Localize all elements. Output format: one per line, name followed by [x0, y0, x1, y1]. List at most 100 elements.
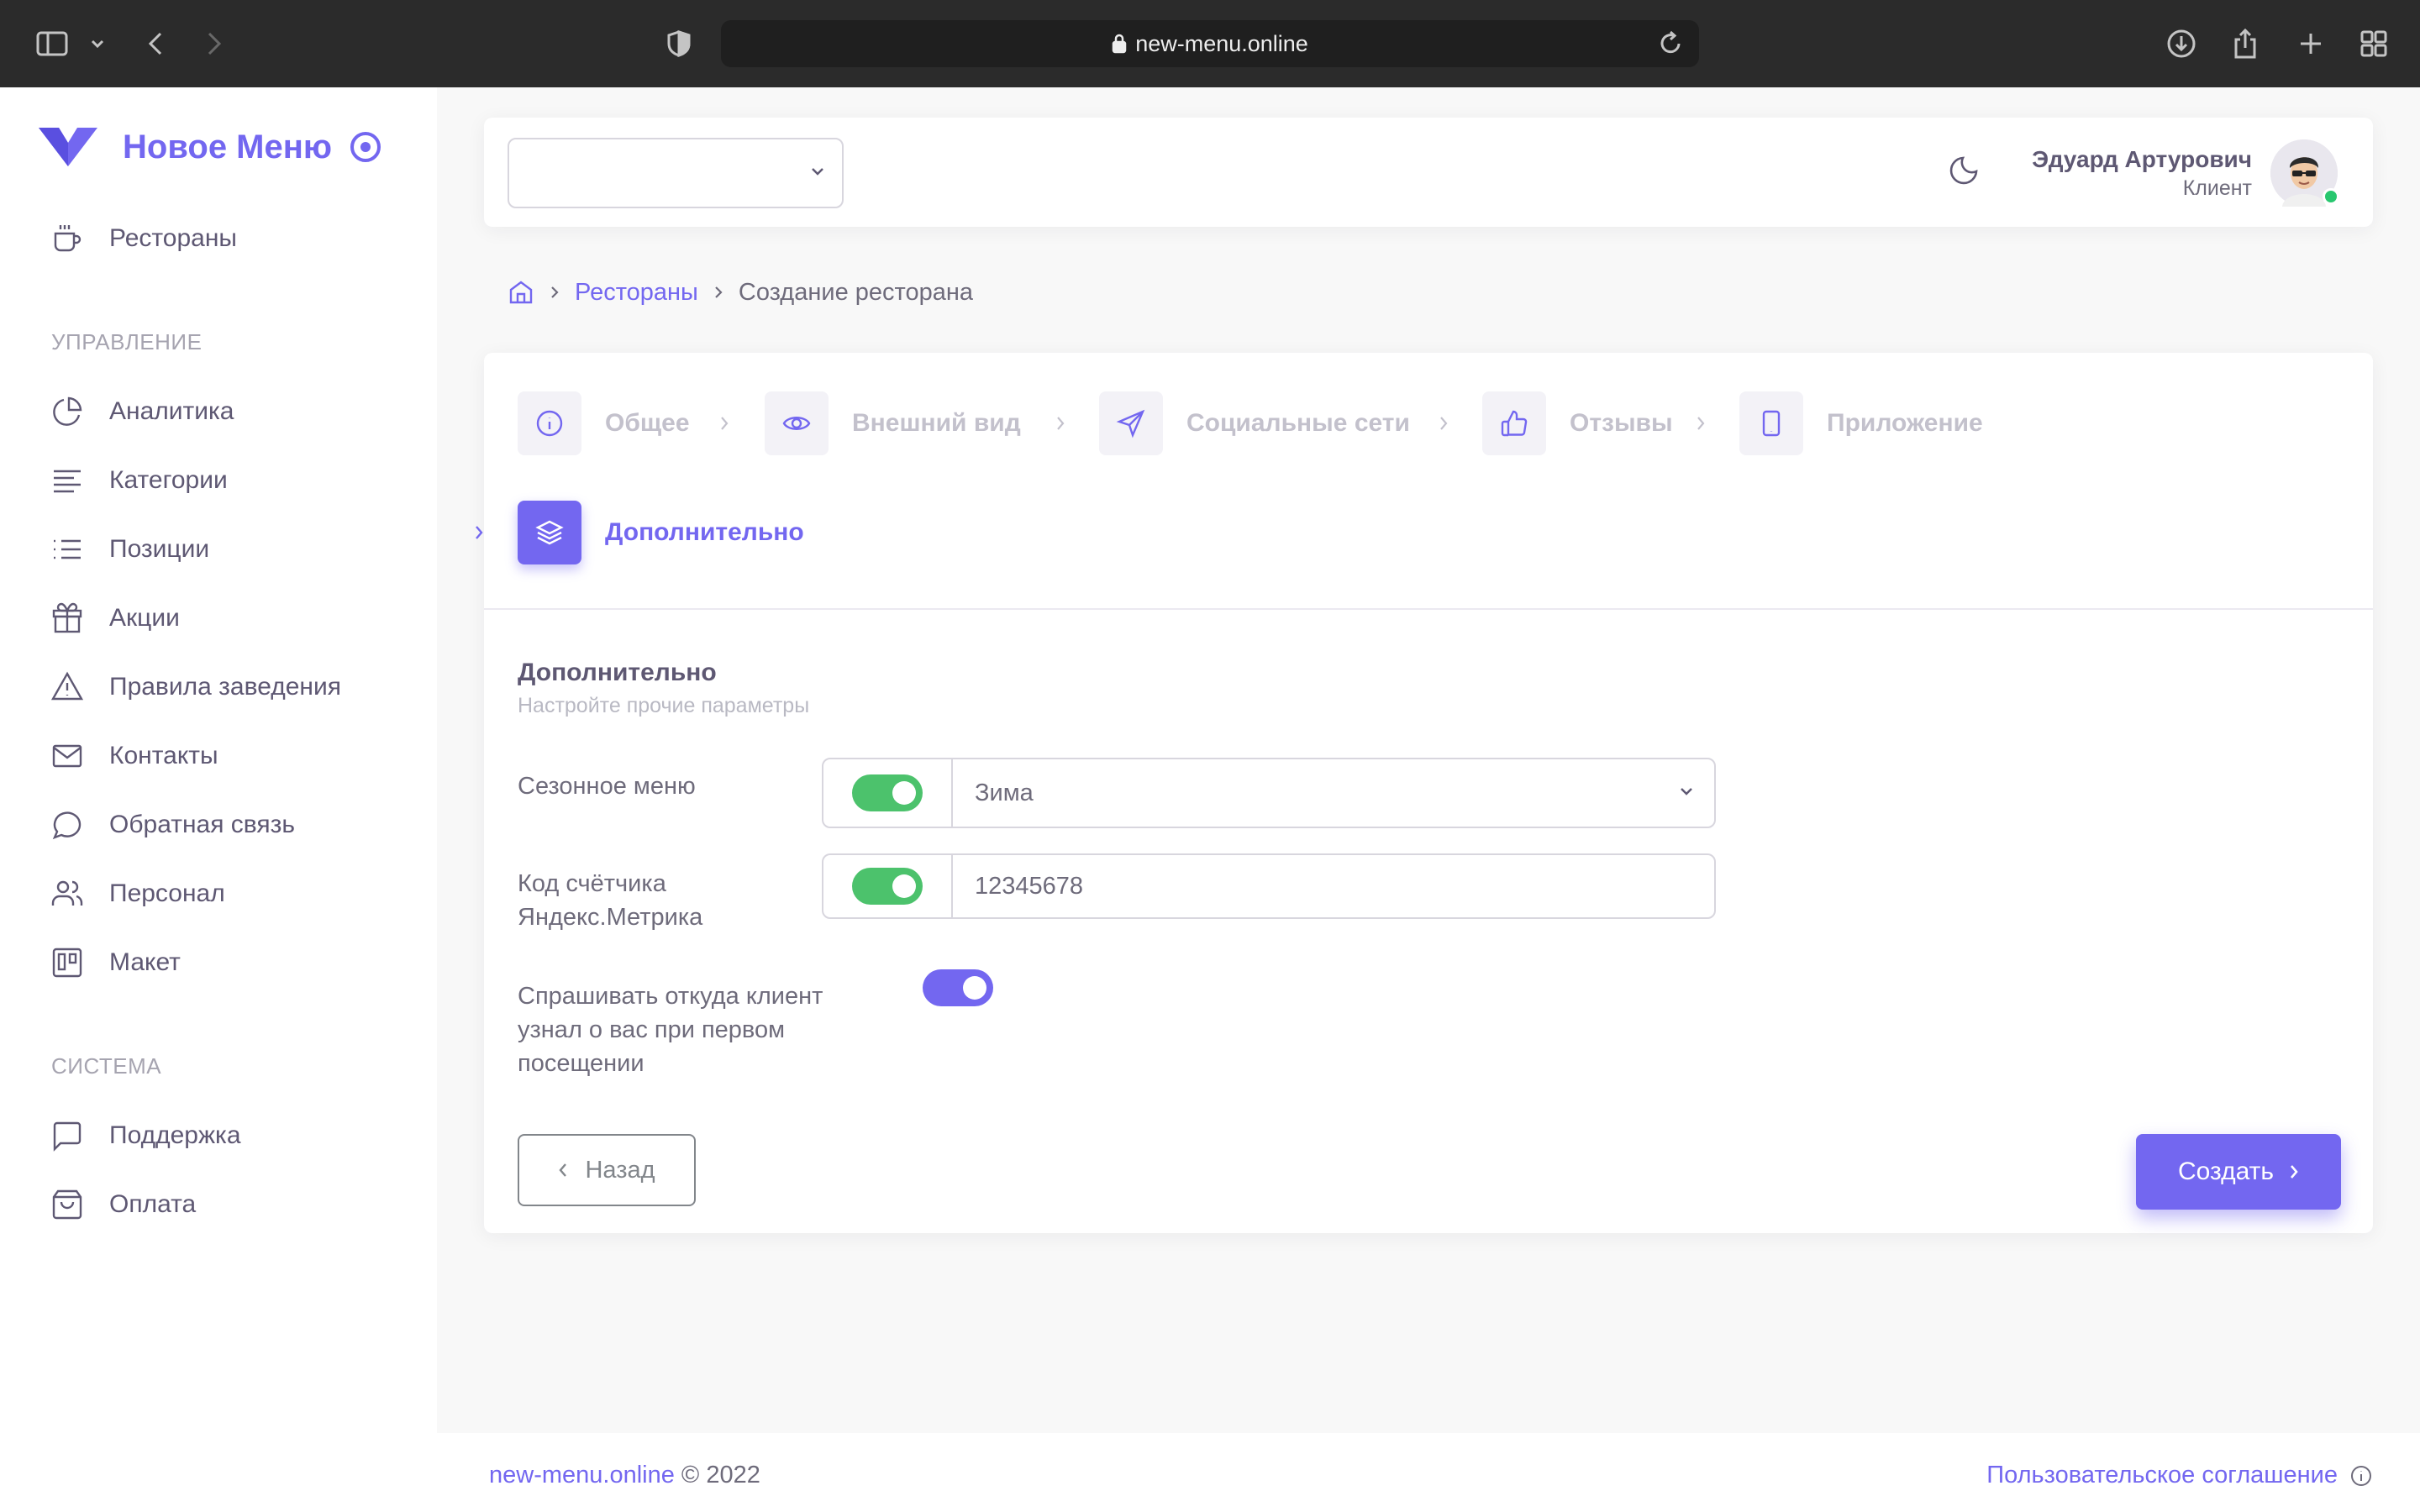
reload-icon[interactable] — [1659, 30, 1682, 55]
step-label: Дополнительно — [605, 518, 804, 546]
ask-source-label-line: узнал о вас при первом — [518, 1016, 786, 1043]
breadcrumb: Рестораны Создание ресторана — [508, 276, 973, 309]
sidebar-item-label: Обратная связь — [109, 811, 296, 838]
home-icon[interactable] — [508, 279, 534, 306]
metrika-input-value: 12345678 — [975, 872, 1084, 900]
sidebar-item-categories[interactable]: Категории — [50, 455, 420, 506]
alert-triangle-icon — [50, 671, 84, 701]
sidebar-item-payment[interactable]: Оплата — [50, 1179, 420, 1230]
sidebar-item-contacts[interactable]: Контакты — [50, 731, 420, 781]
sidebar-item-label: Оплата — [109, 1190, 197, 1218]
season-select-value: Зима — [975, 779, 1034, 806]
chevron-down-icon — [1681, 788, 1692, 795]
sidebar-item-label: Правила заведения — [109, 673, 341, 701]
eye-icon — [782, 417, 811, 430]
mail-icon — [52, 744, 82, 768]
season-select[interactable]: Зима — [953, 759, 1714, 827]
new-tab-icon[interactable] — [2297, 20, 2324, 67]
gift-icon — [52, 602, 82, 633]
metrika-label-line: Яндекс.Метрика — [518, 904, 703, 931]
chevron-down-icon[interactable] — [87, 20, 108, 67]
chevron-left-icon — [559, 1163, 567, 1177]
footer-copyright-text: © 2022 — [681, 1462, 760, 1488]
restaurant-select[interactable] — [508, 138, 844, 208]
sidebar-item-label: Категории — [109, 466, 228, 494]
brand[interactable]: Новое Меню — [37, 126, 381, 168]
sidebar-item-label: Поддержка — [109, 1121, 241, 1149]
sidebar-item-label: Акции — [109, 604, 180, 632]
tablet-icon — [1762, 410, 1781, 437]
align-left-icon — [54, 470, 81, 493]
chevron-right-icon — [713, 285, 723, 300]
chevron-right-icon — [474, 524, 484, 541]
sidebar-item-feedback[interactable]: Обратная связь — [50, 800, 420, 850]
user-name[interactable]: Эдуард Артурович — [2032, 146, 2252, 173]
tab-overview-icon[interactable] — [2360, 20, 2388, 67]
message-square-icon — [53, 1121, 82, 1152]
sidebar-pin-icon[interactable] — [350, 132, 381, 162]
sidebar-item-restaurants[interactable]: Рестораны — [50, 213, 420, 264]
footer-agreement-link[interactable]: Пользовательское соглашение — [1986, 1462, 2373, 1489]
footer-copyright: new-menu.online © 2022 — [489, 1462, 760, 1489]
step-general[interactable]: Общее — [518, 391, 690, 455]
avatar[interactable] — [2270, 139, 2339, 207]
step-label: Общее — [605, 409, 690, 437]
sidebar-item-analytics[interactable]: Аналитика — [50, 386, 420, 437]
step-app[interactable]: Приложение — [1739, 391, 1983, 455]
trello-icon — [52, 948, 82, 978]
step-social[interactable]: Социальные сети — [1099, 391, 1410, 455]
sidebar-item-label: Контакты — [109, 742, 218, 769]
download-icon[interactable] — [2166, 20, 2196, 67]
sidebar-item-support[interactable]: Поддержка — [50, 1110, 420, 1161]
sidebar-item-positions[interactable]: Позиции — [50, 524, 420, 575]
sidebar-item-layout[interactable]: Макет — [50, 937, 420, 988]
seasonal-menu-toggle[interactable] — [852, 774, 923, 811]
share-icon[interactable] — [2232, 20, 2259, 67]
ask-source-toggle[interactable] — [923, 969, 993, 1006]
step-reviews[interactable]: Отзывы — [1482, 391, 1673, 455]
sidebar-item-label: Макет — [109, 948, 181, 976]
sidebar-item-staff[interactable]: Персонал — [50, 869, 420, 919]
section-manage: УПРАВЛЕНИЕ — [51, 329, 203, 354]
sidebar-item-rules[interactable]: Правила заведения — [50, 662, 420, 712]
address-bar[interactable]: new-menu.online — [721, 20, 1699, 67]
chevron-right-icon — [1696, 415, 1706, 432]
online-status-dot — [2323, 188, 2339, 205]
forward-icon[interactable] — [202, 20, 227, 67]
shield-icon[interactable] — [666, 20, 692, 67]
moon-icon[interactable] — [1946, 151, 1983, 192]
back-icon[interactable] — [143, 20, 168, 67]
list-icon — [54, 539, 81, 559]
logo-icon — [39, 128, 97, 166]
browser-toolbar: new-menu.online — [0, 0, 2420, 87]
metrika-toggle[interactable] — [852, 868, 923, 905]
seasonal-toggle-addon — [823, 759, 953, 827]
metrika-label-line: Код счётчика — [518, 870, 666, 897]
sidebar-item-label: Аналитика — [109, 397, 234, 425]
create-button-label: Создать — [2177, 1158, 2274, 1185]
sidebar: Новое Меню Рестораны УПРАВЛЕНИЕ Аналитик… — [0, 87, 437, 1512]
wizard-card: Общее Внешний вид Социальные сети Отзывы… — [476, 353, 2373, 1233]
step-appearance[interactable]: Внешний вид — [765, 391, 1021, 455]
ask-source-label-line: посещении — [518, 1050, 644, 1077]
step-label: Социальные сети — [1186, 409, 1410, 437]
layers-icon — [535, 520, 564, 545]
step-additional[interactable]: Дополнительно — [518, 501, 804, 564]
create-button[interactable]: Создать — [2136, 1134, 2341, 1210]
users-icon — [51, 880, 83, 906]
lock-icon — [1112, 34, 1127, 54]
metrika-input[interactable]: 12345678 — [953, 855, 1714, 917]
back-button[interactable]: Назад — [518, 1134, 696, 1206]
footer-site-link[interactable]: new-menu.online — [489, 1462, 675, 1488]
ask-source-label: Спрашивать откуда клиент узнал о вас при… — [518, 979, 823, 1080]
url-text: new-menu.online — [1135, 30, 1308, 56]
metrika-label: Код счётчика Яндекс.Метрика — [518, 867, 702, 934]
footer-agreement-label: Пользовательское соглашение — [1986, 1462, 2338, 1488]
back-button-label: Назад — [585, 1156, 655, 1184]
seasonal-menu-group: Зима — [822, 758, 1716, 828]
breadcrumb-restaurants[interactable]: Рестораны — [575, 279, 698, 307]
step-label: Отзывы — [1570, 409, 1673, 437]
sidebar-toggle-icon[interactable] — [34, 20, 71, 67]
sidebar-item-promotions[interactable]: Акции — [50, 593, 420, 643]
thumbs-up-icon — [1501, 410, 1528, 437]
